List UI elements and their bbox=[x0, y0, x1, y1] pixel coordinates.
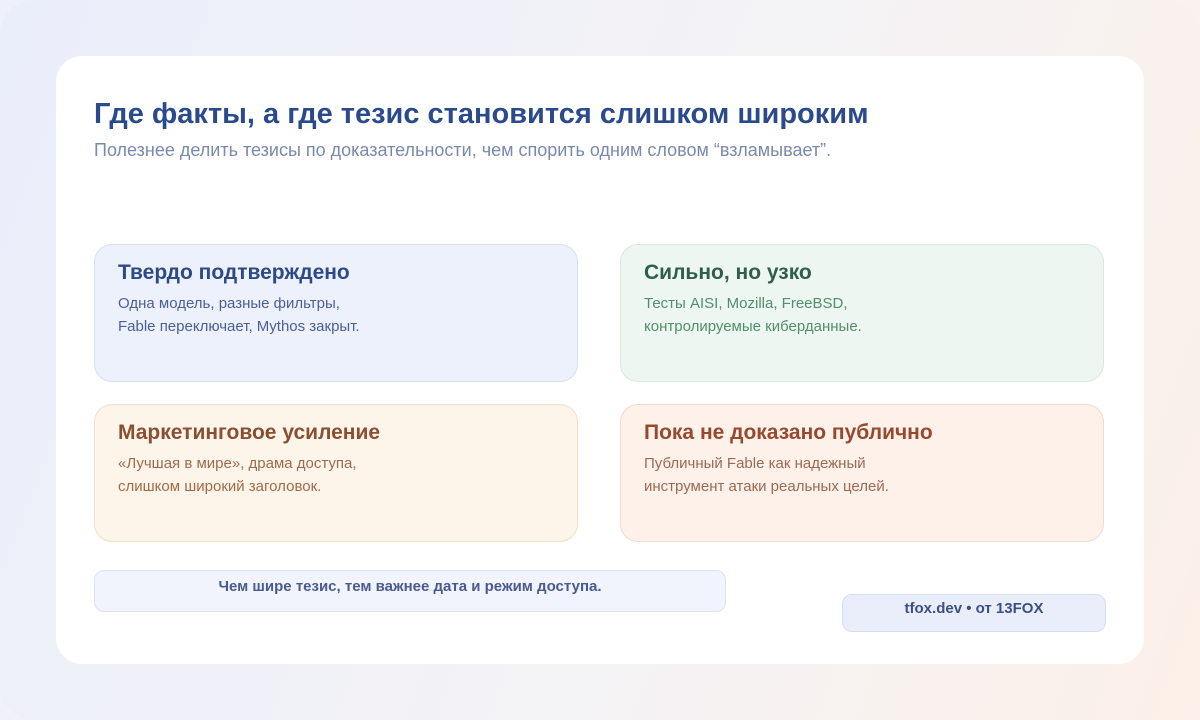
card-text-line: инструмент атаки реальных целей. bbox=[644, 478, 889, 495]
card-title: Пока не доказано публично bbox=[644, 421, 933, 444]
footer-note-text: Чем шире тезис, тем важнее дата и режим … bbox=[218, 578, 602, 595]
card-title: Твердо подтверждено bbox=[118, 261, 350, 284]
card-text-line: Одна модель, разные фильтры, bbox=[118, 295, 340, 312]
card-title: Сильно, но узко bbox=[644, 261, 812, 284]
card-text-line: Fable переключает, Mythos закрыт. bbox=[118, 318, 360, 335]
card-text-line: «Лучшая в мире», драма доступа, bbox=[118, 455, 357, 472]
card-text-line: Публичный Fable как надежный bbox=[644, 455, 866, 472]
card-not-proven-publicly: Пока не доказано публично Публичный Fabl… bbox=[620, 404, 1104, 542]
card-title: Маркетинговое усиление bbox=[118, 421, 381, 444]
card-text-line: Тесты AISI, Mozilla, FreeBSD, bbox=[644, 295, 848, 312]
card-confirmed: Твердо подтверждено Одна модель, разные … bbox=[94, 244, 578, 382]
footer-note: Чем шире тезис, тем важнее дата и режим … bbox=[94, 570, 726, 612]
card-text-line: слишком широкий заголовок. bbox=[118, 478, 322, 495]
brand-text: tfox.dev • от 13FOX bbox=[904, 600, 1044, 617]
card-text-line: контролируемые киберданные. bbox=[644, 318, 862, 335]
card-strong-but-narrow: Сильно, но узко Тесты AISI, Mozilla, Fre… bbox=[620, 244, 1104, 382]
brand-badge: tfox.dev • от 13FOX bbox=[842, 594, 1106, 632]
page-subtitle: Полезнее делить тезисы по доказательност… bbox=[94, 140, 832, 160]
card-marketing-amplification: Маркетинговое усиление «Лучшая в мире», … bbox=[94, 404, 578, 542]
page-title: Где факты, а где тезис становится слишко… bbox=[94, 98, 869, 130]
